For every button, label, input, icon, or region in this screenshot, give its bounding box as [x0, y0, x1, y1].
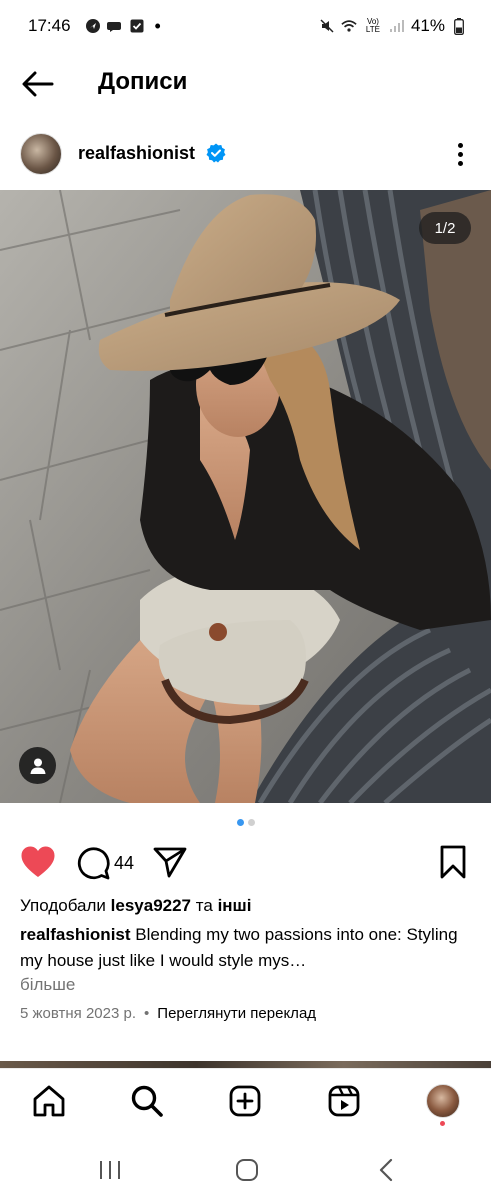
- page-title: Дописи: [98, 68, 188, 95]
- paper-plane-icon: [153, 847, 187, 878]
- mute-icon: [319, 18, 335, 34]
- comment-button[interactable]: [76, 846, 110, 880]
- search-icon: [131, 1085, 163, 1117]
- likes-user-link[interactable]: lesya9227: [111, 896, 191, 915]
- author-avatar[interactable]: [20, 133, 62, 175]
- see-translation-link[interactable]: Переглянути переклад: [157, 1004, 316, 1024]
- battery-icon: [451, 17, 467, 35]
- comment-count: 44: [114, 853, 135, 873]
- status-time: 17:46: [28, 16, 71, 35]
- action-row: 44: [0, 840, 491, 886]
- wifi-icon: [341, 18, 357, 34]
- post-date: 5 жовтня 2023 р.: [20, 1005, 137, 1022]
- nav-create-button[interactable]: [227, 1083, 263, 1119]
- caption-more-link[interactable]: більше: [20, 974, 75, 996]
- author-username[interactable]: realfashionist: [78, 142, 195, 164]
- bookmark-icon: [440, 845, 466, 879]
- carousel-dot: [247, 819, 255, 826]
- home-icon: [33, 1085, 65, 1117]
- nav-profile-button[interactable]: [425, 1083, 461, 1119]
- meta-separator: •: [144, 1005, 150, 1022]
- likes-others-link[interactable]: інші: [218, 896, 252, 915]
- system-navigation: [0, 1138, 491, 1200]
- carousel-dot-active: [236, 819, 244, 826]
- likes-prefix: Уподобали: [20, 896, 106, 915]
- more-dot-icon: [457, 151, 463, 157]
- verified-badge-icon: [206, 143, 226, 163]
- top-header: Дописи: [0, 52, 491, 114]
- status-left: 17:46 •: [28, 16, 161, 37]
- more-dot-icon: [457, 160, 463, 166]
- system-back-button[interactable]: [372, 1156, 400, 1184]
- carousel-indicator: [0, 819, 491, 829]
- profile-notification-dot: [440, 1121, 445, 1126]
- likes-summary: Уподобали lesya9227 та інші: [20, 895, 251, 917]
- post-caption: realfashionist Blending my two passions …: [20, 922, 475, 974]
- likes-conjunction: та: [195, 896, 213, 915]
- nav-reels-button[interactable]: [326, 1083, 362, 1119]
- nav-home-button[interactable]: [31, 1083, 67, 1119]
- battery-percent: 41%: [410, 16, 445, 35]
- recents-icon: [100, 1161, 120, 1179]
- status-bar: 17:46 • Vo) LTE 41%: [0, 0, 491, 52]
- messenger-notification-icon: [106, 18, 123, 34]
- signal-icon: [389, 18, 405, 34]
- heart-filled-icon: [21, 846, 55, 877]
- person-icon: [30, 758, 45, 774]
- caption-author[interactable]: realfashionist: [20, 925, 131, 944]
- home-circle-icon: [236, 1159, 258, 1181]
- system-home-button[interactable]: [233, 1156, 261, 1184]
- comment-bubble-icon: [77, 847, 110, 880]
- status-right: Vo) LTE 41%: [319, 16, 467, 36]
- share-button[interactable]: [153, 846, 187, 878]
- reels-icon: [328, 1085, 360, 1117]
- post-media[interactable]: 1/2: [0, 190, 491, 803]
- profile-avatar: [426, 1084, 460, 1118]
- like-button[interactable]: [20, 845, 56, 879]
- post-photo: [0, 190, 491, 803]
- volte-label: Vo) LTE: [365, 17, 380, 34]
- post-header: realfashionist: [0, 128, 491, 182]
- back-chevron-icon: [379, 1158, 393, 1182]
- recents-button[interactable]: [96, 1156, 124, 1184]
- save-button[interactable]: [439, 845, 467, 879]
- more-dot-icon: [457, 142, 463, 148]
- tagged-people-button[interactable]: [19, 747, 56, 784]
- nav-search-button[interactable]: [129, 1083, 165, 1119]
- more-options-button[interactable]: [448, 138, 472, 170]
- create-icon: [229, 1085, 261, 1117]
- media-counter: 1/2: [419, 212, 471, 244]
- next-post-preview: [0, 1061, 491, 1068]
- post-meta: 5 жовтня 2023 р. • Переглянути переклад: [20, 1004, 316, 1024]
- back-button[interactable]: [20, 66, 56, 102]
- arrow-left-icon: [22, 71, 54, 97]
- more-notifications-dot: •: [154, 15, 161, 36]
- checkbox-notification-icon: [129, 18, 145, 34]
- navigation-notification-icon: [85, 18, 101, 34]
- bottom-navigation: [0, 1068, 491, 1138]
